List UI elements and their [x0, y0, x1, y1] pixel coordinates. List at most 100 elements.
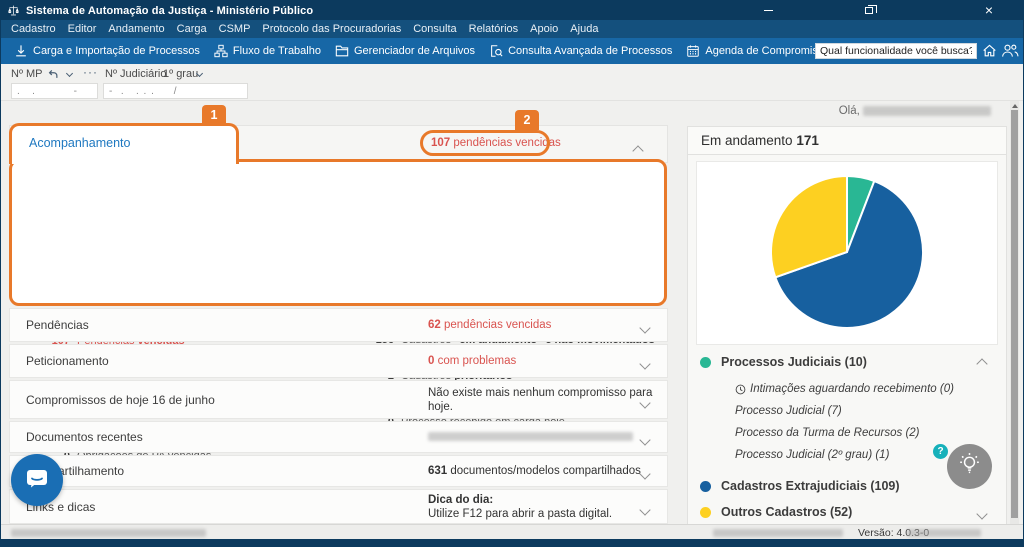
lightbulb-icon	[956, 451, 983, 483]
redacted-recent-document	[428, 432, 633, 442]
annotation-badge-2: 2	[515, 110, 539, 130]
chevron-down-icon	[639, 396, 651, 409]
chart-area	[696, 161, 998, 345]
minimize-icon	[763, 9, 773, 12]
menu-bar: Cadastro Editor Andamento Carga CSMP Protocol…	[1, 20, 1023, 38]
redacted-database-info	[907, 529, 981, 537]
accordion-row-compromissos[interactable]: Compromissos de hoje 16 de junho Não exis…	[9, 380, 668, 419]
home-icon[interactable]	[982, 43, 997, 58]
legend-subitem-processo-da-turma-de-recursos-2[interactable]: Processo da Turma de Recursos (2)	[735, 422, 998, 444]
menu-item-csmp[interactable]: CSMP	[213, 20, 257, 38]
tab-acompanhamento[interactable]: Acompanhamento	[9, 123, 239, 164]
scrollbar[interactable]	[1010, 101, 1019, 528]
pie-chart	[770, 174, 924, 329]
accordion-row-peticionamento[interactable]: Peticionamento 0 com problemas	[9, 344, 668, 378]
scrollbar-thumb[interactable]	[1011, 110, 1018, 518]
redacted-status-context	[11, 529, 206, 537]
expand-row-control[interactable]	[639, 465, 651, 483]
chevron-down-icon	[639, 434, 651, 446]
expand-row-control[interactable]	[639, 431, 651, 449]
more-options-button[interactable]: ···	[83, 65, 98, 79]
accordion-value: 631 documentos/modelos compartilhados	[428, 465, 641, 477]
accordion-value: Dica do dia: Utilize F12 para abrir a pas…	[428, 493, 613, 520]
menu-item-editor[interactable]: Editor	[62, 20, 103, 38]
redacted-server-info	[713, 529, 843, 537]
chat-button[interactable]	[11, 454, 63, 506]
chevron-down-icon	[639, 468, 651, 480]
chevron-down-icon[interactable]	[65, 69, 74, 78]
status-bar: Versão: 4.0.3-0	[1, 524, 1023, 539]
degree-label: 1º grau	[163, 68, 199, 80]
legend-label: Cadastros Extrajudiciais (109)	[721, 479, 900, 493]
menu-item-protocolo-das-procuradorias[interactable]: Protocolo das Procuradorias	[256, 20, 407, 38]
menu-item-carga[interactable]: Carga	[171, 20, 213, 38]
menu-item-apoio[interactable]: Apoio	[524, 20, 564, 38]
legend-collapse-control[interactable]	[976, 507, 988, 521]
lightbulb-button[interactable]	[947, 444, 992, 489]
legend-item-outros-cadastros[interactable]: Outros Cadastros (52)	[696, 499, 998, 525]
legend-subitem-intimacoes-aguardando-recebimento-0[interactable]: Intimações aguardando recebimento (0)	[735, 378, 998, 400]
legend-collapse-control[interactable]	[976, 357, 988, 371]
accordion-label: Peticionamento	[26, 354, 109, 368]
toolbar-button-label: Gerenciador de Arquivos	[353, 45, 476, 57]
legend-subitem-processo-judicial-7[interactable]: Processo Judicial (7)	[735, 400, 998, 422]
mp-number-input[interactable]	[11, 83, 98, 99]
search-input[interactable]	[815, 43, 977, 59]
toolbar-button-label: Carga e Importação de Processos	[33, 45, 200, 57]
menu-item-andamento[interactable]: Andamento	[102, 20, 170, 38]
toolbar-button-label: Fluxo de Trabalho	[232, 45, 321, 57]
workflow-icon	[214, 44, 228, 58]
toolbar-button-consulta-avancada-de-processos[interactable]: Consulta Avançada de Processos	[482, 38, 679, 64]
maximize-button[interactable]	[854, 1, 884, 20]
process-number-bar: Nº MP ··· Nº Judiciário 1º grau	[1, 64, 1023, 101]
toolbar-button-fluxo-de-trabalho[interactable]: Fluxo de Trabalho	[207, 38, 328, 64]
expand-row-control[interactable]	[639, 319, 651, 337]
expand-row-control[interactable]	[639, 501, 651, 519]
accordion-row-links-e-dicas[interactable]: Links e dicas Dica do dia: Utilize F12 par…	[9, 489, 668, 524]
toolbar: Carga e Importação de Processos Fluxo de …	[1, 38, 1023, 64]
scroll-up-icon[interactable]	[1011, 104, 1018, 108]
overdue-alert-link[interactable]: 107 pendências vencidas	[431, 137, 561, 149]
menu-item-relatorios[interactable]: Relatórios	[463, 20, 525, 38]
chevron-up-icon	[632, 145, 644, 157]
accordion-label: Documentos recentes	[26, 430, 143, 444]
menu-item-cadastro[interactable]: Cadastro	[5, 20, 62, 38]
toolbar-button-gerenciador-de-arquivos[interactable]: Gerenciador de Arquivos	[328, 38, 482, 64]
expand-row-control[interactable]	[639, 355, 651, 373]
judicial-number-label: Nº Judiciário	[105, 68, 167, 80]
minimize-button[interactable]	[753, 1, 783, 20]
menu-item-ajuda[interactable]: Ajuda	[564, 20, 604, 38]
annotation-badge-1: 1	[202, 105, 226, 125]
accordion-row-compartilhamento[interactable]: Compartilhamento 631 documentos/modelos c…	[9, 455, 668, 487]
accordion-value: Não existe mais nenhum compromisso para …	[428, 386, 653, 413]
mp-number-label: Nº MP	[11, 68, 43, 80]
close-button[interactable]: ×	[974, 1, 1004, 20]
legend-dot	[700, 356, 711, 368]
undo-icon[interactable]	[47, 68, 59, 80]
help-question-badge[interactable]: ?	[933, 444, 948, 459]
users-icon[interactable]	[1001, 43, 1019, 58]
accompaniment-panel: 107Pendências vencidas3Pendências a venc…	[12, 162, 665, 462]
menu-item-consulta[interactable]: Consulta	[407, 20, 462, 38]
search-doc-icon	[489, 44, 503, 58]
toolbar-buttons: Carga e Importação de Processos Fluxo de …	[7, 38, 842, 64]
legend-item-processos-judiciais[interactable]: Processos Judiciais (10)	[696, 349, 998, 375]
greeting-prefix: Olá,	[838, 105, 860, 117]
collapse-panel-control[interactable]	[632, 142, 644, 160]
app-window: Sistema de Automação da Justiça - Minist…	[0, 0, 1024, 547]
bottom-strip	[1, 539, 1023, 546]
accordion-value	[428, 430, 656, 444]
restore-icon	[865, 4, 877, 14]
download-icon	[14, 44, 28, 58]
accordion-row-pendencias[interactable]: Pendências 62 pendências vencidas	[9, 308, 668, 342]
judicial-number-input[interactable]	[103, 83, 248, 99]
tab-label: Acompanhamento	[29, 136, 131, 150]
toolbar-button-carga-e-importacao-de-processos[interactable]: Carga e Importação de Processos	[7, 38, 207, 64]
accordion-label: Compromissos de hoje 16 de junho	[26, 392, 215, 407]
expand-row-control[interactable]	[639, 394, 651, 412]
folder-icon	[335, 44, 349, 58]
redacted-user-name	[863, 105, 991, 116]
legend: Processos Judiciais (10) Intimações aguar…	[696, 349, 998, 525]
chevron-down-icon	[639, 503, 651, 516]
accordion-row-documentos-recentes[interactable]: Documentos recentes	[9, 421, 668, 453]
